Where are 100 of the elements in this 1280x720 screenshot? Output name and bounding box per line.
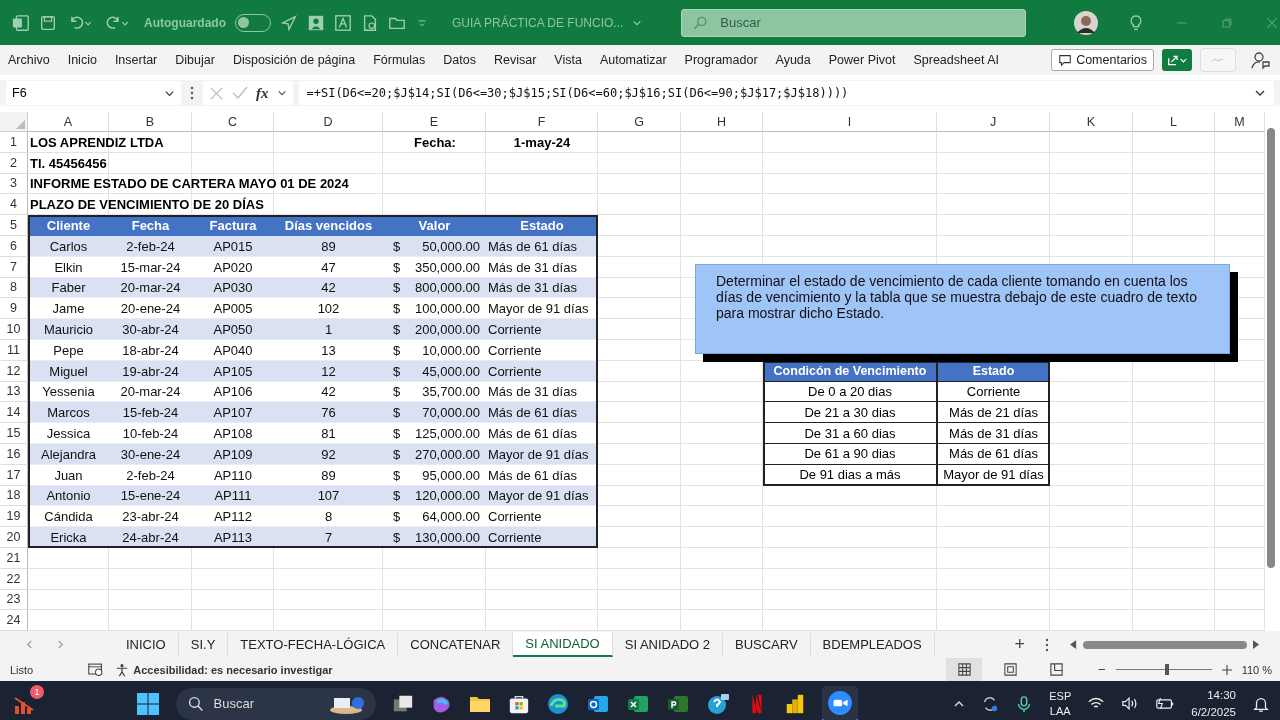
ribbon-tab[interactable]: Dibujar: [175, 53, 215, 67]
ribbon-tab[interactable]: Inicio: [67, 53, 97, 67]
accessibility-icon[interactable]: [115, 662, 130, 677]
add-sheet-button[interactable]: +: [1014, 634, 1026, 655]
ribbon-tab[interactable]: Vista: [554, 53, 582, 67]
row-header[interactable]: 23: [0, 589, 28, 611]
clock-date[interactable]: 6/2/2025: [1191, 703, 1236, 720]
ribbon-tab[interactable]: Programador: [684, 53, 758, 67]
row-header[interactable]: 19: [0, 506, 28, 528]
row-header[interactable]: 18: [0, 485, 28, 507]
row-header[interactable]: 9: [0, 298, 28, 320]
row-header[interactable]: 21: [0, 547, 28, 569]
ribbon-tab[interactable]: Fórmulas: [373, 53, 426, 67]
ribbon-tab[interactable]: Insertar: [114, 53, 158, 67]
column-header[interactable]: C: [192, 112, 274, 132]
column-header[interactable]: G: [598, 112, 681, 132]
ribbon-tab[interactable]: Automatizar: [599, 53, 667, 67]
ribbon-tab[interactable]: Spreadsheet AI: [913, 53, 999, 67]
column-header[interactable]: E: [383, 112, 486, 132]
sheet-tab[interactable]: TEXTO-FECHA-LÓGICA: [228, 633, 399, 656]
language-indicator[interactable]: ESP: [1049, 689, 1072, 704]
ribbon-tab[interactable]: Power Pivot: [828, 53, 896, 67]
sheet-tab[interactable]: BDEMPLEADOS: [810, 633, 935, 656]
browser-icon[interactable]: [545, 691, 570, 716]
column-header[interactable]: D: [274, 112, 383, 132]
scroll-left-icon[interactable]: [1070, 640, 1077, 649]
taskbar-search-field[interactable]: Buscar: [175, 687, 376, 720]
horizontal-scrollbar[interactable]: [1070, 640, 1260, 649]
row-header[interactable]: 10: [0, 319, 28, 340]
search-field[interactable]: Buscar: [681, 8, 1027, 37]
person-icon[interactable]: [1250, 50, 1270, 70]
sheet-tab[interactable]: BUSCARV: [723, 633, 811, 656]
zoom-out-button[interactable]: −: [1098, 662, 1106, 677]
comment-icon: [1058, 53, 1073, 67]
document-icon[interactable]: [361, 13, 379, 32]
row-header[interactable]: 14: [0, 402, 28, 424]
save-icon[interactable]: [39, 13, 57, 32]
sheet-tab[interactable]: INICIO: [114, 633, 179, 656]
row-header[interactable]: 4: [0, 194, 28, 216]
zoom-level[interactable]: 110 %: [1241, 663, 1272, 676]
keyboard-layout[interactable]: LAA: [1049, 703, 1071, 718]
help-icon[interactable]: [705, 691, 730, 716]
currency-sign: $: [392, 426, 401, 442]
text-square-icon[interactable]: [334, 13, 352, 32]
row-header[interactable]: 16: [0, 443, 28, 465]
row-header[interactable]: 17: [0, 464, 28, 486]
check-icon[interactable]: [232, 85, 248, 101]
row-header[interactable]: 1: [0, 132, 28, 153]
row-header[interactable]: 7: [0, 256, 28, 278]
sheet-tab[interactable]: SI ANIDADO: [513, 632, 613, 657]
row-header[interactable]: 24: [0, 610, 28, 631]
row-header[interactable]: 2: [0, 152, 28, 174]
row-header[interactable]: 3: [0, 173, 28, 195]
row-header[interactable]: 11: [0, 339, 28, 361]
sheet-tab[interactable]: SI ANIDADO 2: [612, 633, 723, 656]
chevron-down-icon[interactable]: [276, 88, 287, 98]
row-header[interactable]: 15: [0, 423, 28, 444]
row-header[interactable]: 13: [0, 381, 28, 403]
ribbon-tab[interactable]: Datos: [443, 53, 476, 67]
insert-function-button[interactable]: fx: [256, 84, 269, 102]
ribbon-tab[interactable]: Revisar: [493, 53, 537, 67]
accessibility-status[interactable]: Accesibilidad: es necesario investigar: [133, 663, 333, 676]
row-header[interactable]: 12: [0, 360, 28, 382]
more-icon[interactable]: [1044, 636, 1050, 653]
normal-view-button[interactable]: [946, 658, 983, 681]
row-header[interactable]: 6: [0, 236, 28, 257]
battery-icon[interactable]: [1155, 697, 1176, 710]
ribbon-tab[interactable]: Disposición de página: [232, 53, 356, 67]
share-button[interactable]: [1162, 49, 1192, 71]
sheet-tab[interactable]: SI.Y: [178, 633, 229, 656]
column-header[interactable]: F: [486, 112, 598, 132]
row-header[interactable]: 20: [0, 527, 28, 548]
comments-button[interactable]: Comentarios: [1051, 49, 1154, 71]
column-header[interactable]: L: [1133, 112, 1215, 132]
column-header[interactable]: H: [681, 112, 763, 132]
ribbon-tab[interactable]: Archivo: [8, 53, 50, 67]
column-header[interactable]: B: [109, 112, 192, 132]
formula-field[interactable]: =+SI(D6<=20;$J$14;SI(D6<=30;$J$15;SI(D6<=60;$J$16;SI(D6<=90;$J$17;$J$18)))): [298, 81, 1274, 105]
column-header[interactable]: M: [1215, 112, 1265, 132]
more-icon[interactable]: [189, 85, 195, 101]
sync-icon[interactable]: [981, 694, 1000, 713]
avatar[interactable]: [1074, 10, 1098, 35]
ribbon-tab[interactable]: Ayuda: [775, 53, 811, 67]
scroll-right-icon[interactable]: [1253, 640, 1260, 649]
row-header[interactable]: 8: [0, 277, 28, 299]
table-cell: 107: [317, 488, 340, 504]
row-header[interactable]: 22: [0, 568, 28, 590]
start-icon[interactable]: [135, 691, 160, 716]
column-header[interactable]: J: [937, 112, 1050, 132]
column-header[interactable]: K: [1050, 112, 1133, 132]
column-header[interactable]: I: [763, 112, 937, 132]
name-box[interactable]: F6: [6, 81, 181, 105]
table-cell: AP005: [213, 301, 253, 317]
person-square-icon[interactable]: [307, 13, 325, 32]
column-header[interactable]: A: [28, 112, 109, 132]
clock-time[interactable]: 14:30: [1207, 687, 1236, 704]
send-icon[interactable]: [280, 13, 298, 32]
zoom-in-icon[interactable]: [1221, 664, 1232, 675]
taskbar-app-button[interactable]: [821, 685, 858, 720]
row-header[interactable]: 5: [0, 215, 28, 236]
